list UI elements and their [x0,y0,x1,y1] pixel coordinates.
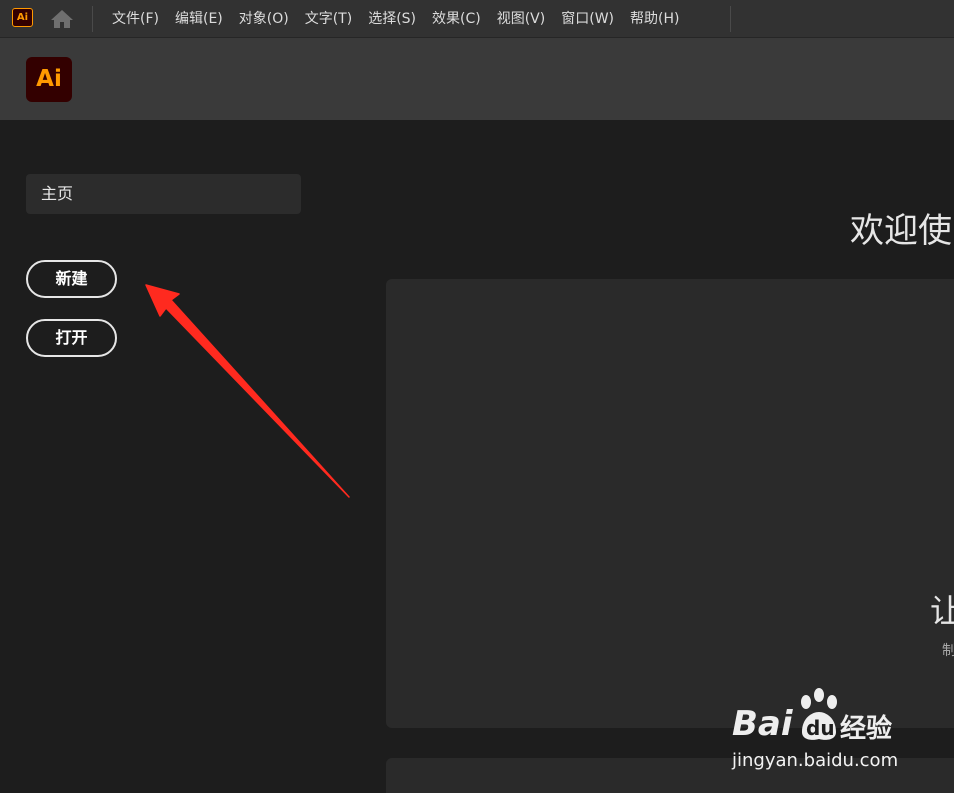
menu-separator [730,6,731,32]
header-band: Ai [0,38,954,120]
baidu-watermark: Bai du 经验 jingyan.baidu.com [730,688,930,778]
illustrator-home-screen: Ai 文件(F) 编辑(E) 对象(O) 文字(T) 选择(S) 效果(C) 视… [0,0,954,793]
menu-window[interactable]: 窗口(W) [553,0,622,38]
watermark-logo-bai: Bai [732,704,793,744]
hero-subtext: 制 [942,643,954,659]
menu-file[interactable]: 文件(F) [104,0,167,38]
sidebar-item-home[interactable]: 主页 [26,174,301,214]
app-icon[interactable]: Ai [12,8,33,27]
menu-items: 文件(F) 编辑(E) 对象(O) 文字(T) 选择(S) 效果(C) 视图(V… [104,0,687,38]
home-icon[interactable] [50,9,74,29]
welcome-title: 欢迎使 [850,211,952,251]
new-button[interactable]: 新建 [26,260,117,298]
menu-edit[interactable]: 编辑(E) [167,0,231,38]
menu-separator [92,6,93,32]
watermark-url: jingyan.baidu.com [732,750,899,771]
menu-type[interactable]: 文字(T) [297,0,360,38]
ai-logo: Ai [26,57,72,102]
hero-card [386,279,954,728]
menu-view[interactable]: 视图(V) [489,0,554,38]
menu-select[interactable]: 选择(S) [360,0,424,38]
open-button[interactable]: 打开 [26,319,117,357]
menu-help[interactable]: 帮助(H) [622,0,687,38]
menu-effect[interactable]: 效果(C) [424,0,489,38]
menu-bar: Ai 文件(F) 编辑(E) 对象(O) 文字(T) 选择(S) 效果(C) 视… [0,0,954,38]
hero-heading: 让 [930,592,954,630]
watermark-logo-du: du [806,716,835,740]
menu-object[interactable]: 对象(O) [231,0,297,38]
arrow-shape [145,284,350,498]
watermark-logo-jingyan: 经验 [840,714,893,744]
